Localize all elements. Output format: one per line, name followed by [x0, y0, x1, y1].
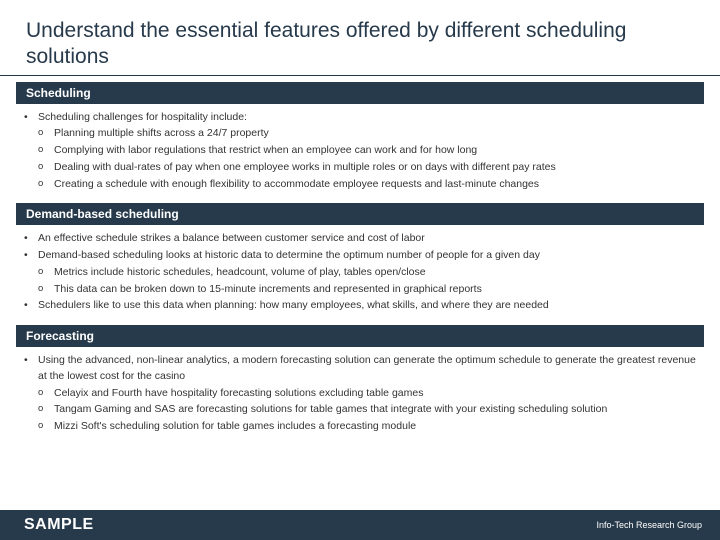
slide: Understand the essential features offere…	[0, 0, 720, 540]
section-content-forecasting: Using the advanced, non-linear analytics…	[0, 347, 720, 446]
sub-item: Mizzi Soft's scheduling solution for tab…	[38, 419, 696, 435]
sub-item: Planning multiple shifts across a 24/7 p…	[38, 126, 696, 142]
bullet-text: An effective schedule strikes a balance …	[38, 232, 425, 244]
list-item: Schedulers like to use this data when pl…	[24, 298, 696, 314]
sub-item: Dealing with dual-rates of pay when one …	[38, 160, 696, 176]
list-item: Using the advanced, non-linear analytics…	[24, 353, 696, 435]
sub-item: Metrics include historic schedules, head…	[38, 265, 696, 281]
section-header-forecasting: Forecasting	[16, 325, 704, 347]
bullet-text: Using the advanced, non-linear analytics…	[38, 354, 696, 382]
list-item: An effective schedule strikes a balance …	[24, 231, 696, 247]
section-content-scheduling: Scheduling challenges for hospitality in…	[0, 104, 720, 204]
footer: SAMPLE Info-Tech Research Group	[0, 510, 720, 540]
section-header-scheduling: Scheduling	[16, 82, 704, 104]
list-item: Scheduling challenges for hospitality in…	[24, 110, 696, 193]
page-title: Understand the essential features offere…	[0, 0, 720, 76]
list-item: Demand-based scheduling looks at histori…	[24, 248, 696, 297]
section-content-demand: An effective schedule strikes a balance …	[0, 225, 720, 325]
footer-attribution: Info-Tech Research Group	[596, 520, 702, 530]
sub-item: Tangam Gaming and SAS are forecasting so…	[38, 402, 696, 418]
sub-item: This data can be broken down to 15-minut…	[38, 282, 696, 298]
sub-item: Complying with labor regulations that re…	[38, 143, 696, 159]
bullet-text: Schedulers like to use this data when pl…	[38, 299, 549, 311]
bullet-text: Scheduling challenges for hospitality in…	[38, 111, 247, 123]
sub-item: Creating a schedule with enough flexibil…	[38, 177, 696, 193]
footer-sample-label: SAMPLE	[24, 516, 94, 534]
sub-item: Celayix and Fourth have hospitality fore…	[38, 386, 696, 402]
section-header-demand: Demand-based scheduling	[16, 203, 704, 225]
bullet-text: Demand-based scheduling looks at histori…	[38, 249, 540, 261]
